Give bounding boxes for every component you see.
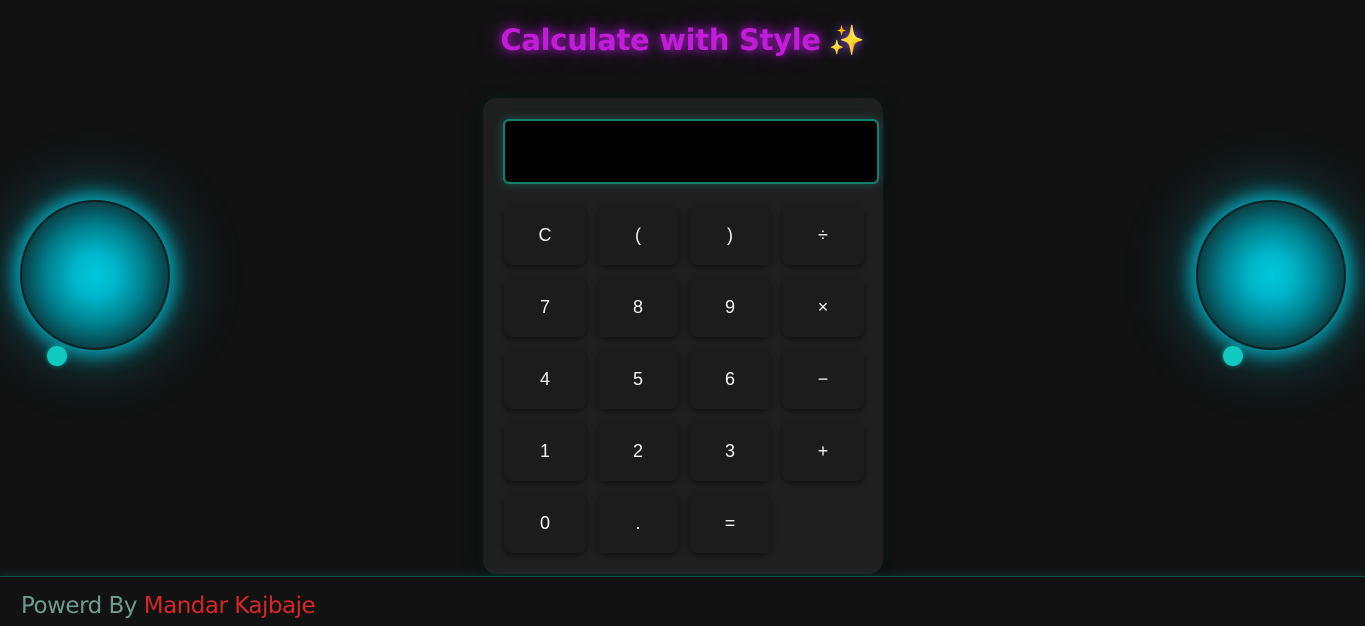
digit-0-button[interactable]: 0 xyxy=(504,493,586,553)
digit-7-button[interactable]: 7 xyxy=(504,277,586,337)
footer: Powerd By Mandar Kajbaje xyxy=(0,576,1365,626)
left-orb-dot xyxy=(47,346,67,366)
digit-1-button[interactable]: 1 xyxy=(504,421,586,481)
footer-prefix: Powerd By xyxy=(21,593,144,619)
right-orb-dot xyxy=(1223,346,1243,366)
equals-button[interactable]: = xyxy=(689,493,771,553)
right-orb-circle xyxy=(1196,200,1346,350)
left-glow-orb xyxy=(20,200,170,366)
digit-2-button[interactable]: 2 xyxy=(597,421,679,481)
digit-3-button[interactable]: 3 xyxy=(689,421,771,481)
calculator-display[interactable] xyxy=(503,119,879,184)
digit-5-button[interactable]: 5 xyxy=(597,349,679,409)
right-glow-orb xyxy=(1196,200,1346,366)
footer-credit: Powerd By Mandar Kajbaje xyxy=(21,591,316,621)
open-paren-button[interactable]: ( xyxy=(597,205,679,265)
author-name: Mandar Kajbaje xyxy=(143,593,316,619)
decimal-button[interactable]: . xyxy=(597,493,679,553)
close-paren-button[interactable]: ) xyxy=(689,205,771,265)
digit-8-button[interactable]: 8 xyxy=(597,277,679,337)
subtract-button[interactable]: − xyxy=(782,349,864,409)
clear-button[interactable]: C xyxy=(504,205,586,265)
digit-4-button[interactable]: 4 xyxy=(504,349,586,409)
multiply-button[interactable]: × xyxy=(782,277,864,337)
digit-9-button[interactable]: 9 xyxy=(689,277,771,337)
sparkles-icon: ✨ xyxy=(828,23,865,57)
title-text: Calculate with Style xyxy=(500,23,821,57)
left-orb-circle xyxy=(20,200,170,350)
divide-button[interactable]: ÷ xyxy=(782,205,864,265)
page-title: Calculate with Style ✨ xyxy=(0,20,1365,60)
page: Calculate with Style ✨ C() ÷ 7 8 9 × 4 5 6− 1 2 3 +0.… xyxy=(0,0,1365,626)
calculator: C() ÷ 7 8 9 × 4 5 6− 1 2 3 +0. = xyxy=(483,98,883,574)
keypad: C() ÷ 7 8 9 × 4 5 6− 1 2 3 +0. = xyxy=(504,205,864,555)
add-button[interactable]: + xyxy=(782,421,864,481)
digit-6-button[interactable]: 6 xyxy=(689,349,771,409)
